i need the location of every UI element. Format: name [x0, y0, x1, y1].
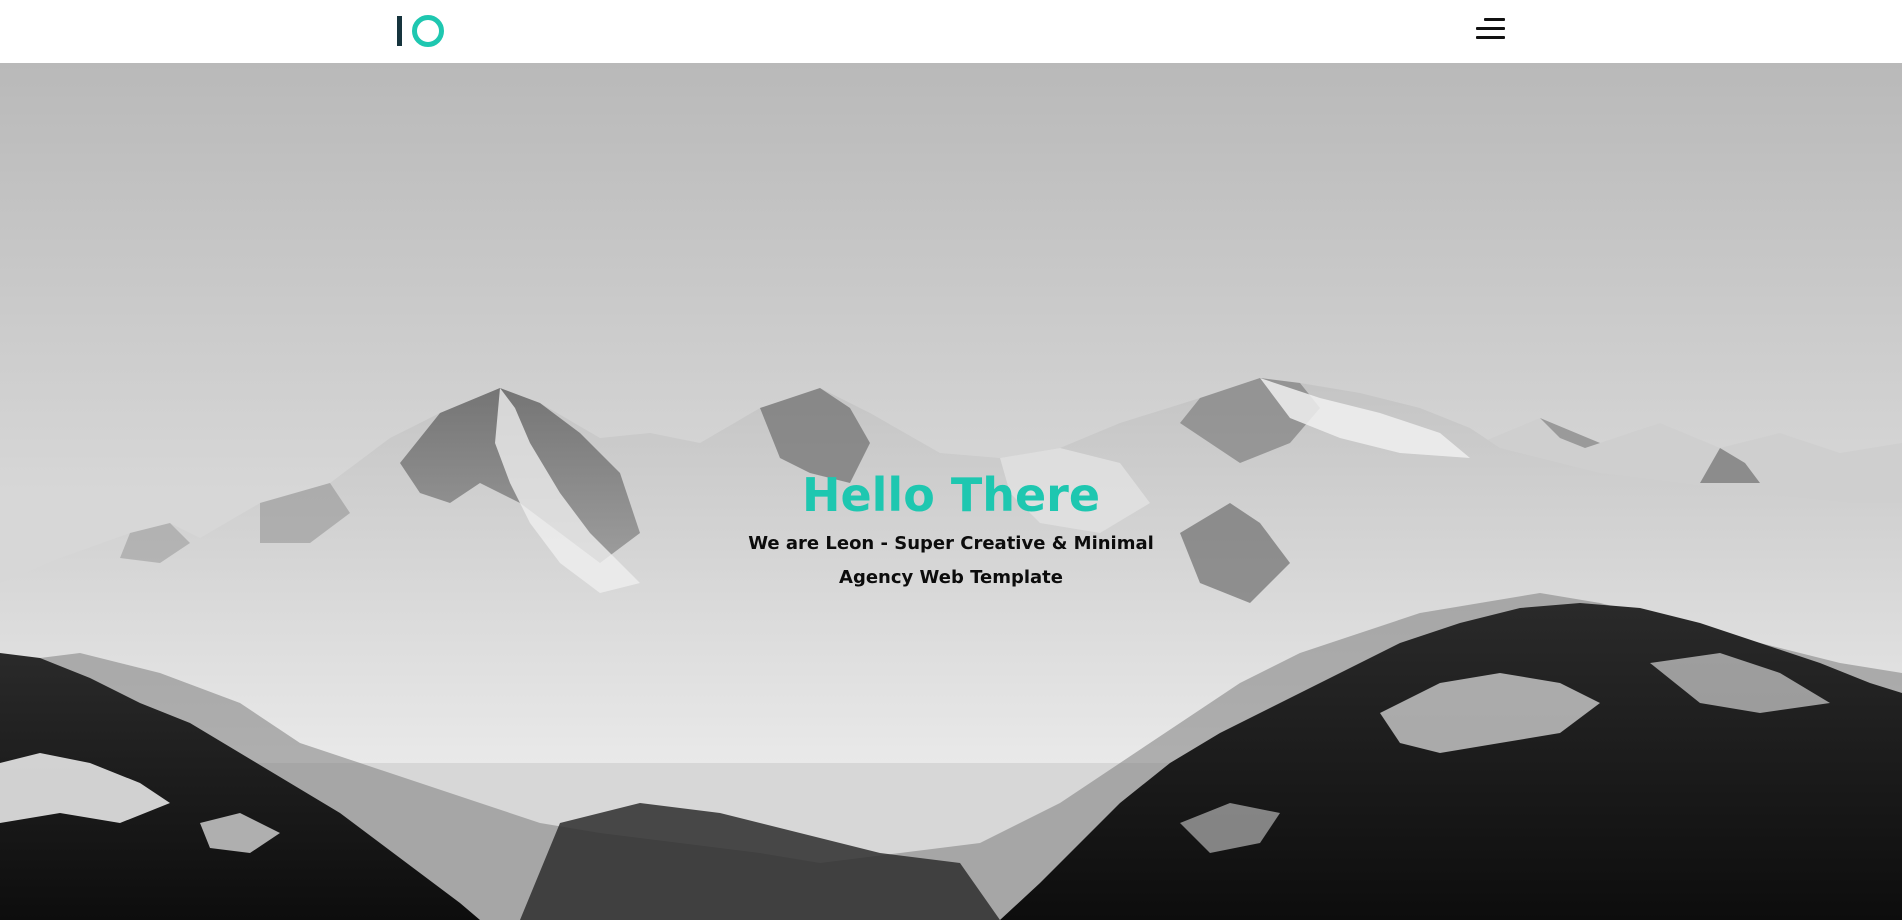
hamburger-menu-button[interactable] — [1474, 16, 1510, 42]
hamburger-menu-icon — [1484, 18, 1505, 21]
hero-title: Hello There — [801, 468, 1101, 522]
hero-content: Hello There We are Leon - Super Creative… — [0, 467, 1902, 595]
logo-ring-icon — [412, 15, 444, 47]
hamburger-menu-line — [1476, 36, 1505, 39]
logo-link[interactable] — [397, 15, 445, 47]
page: Hello There We are Leon - Super Creative… — [0, 0, 1902, 920]
hero-section: Hello There We are Leon - Super Creative… — [0, 63, 1902, 920]
hero-subtitle: We are Leon - Super Creative & Minimal A… — [748, 533, 1154, 588]
hamburger-menu-line — [1476, 27, 1505, 30]
logo-bar-icon — [397, 16, 402, 46]
site-header — [0, 0, 1902, 63]
